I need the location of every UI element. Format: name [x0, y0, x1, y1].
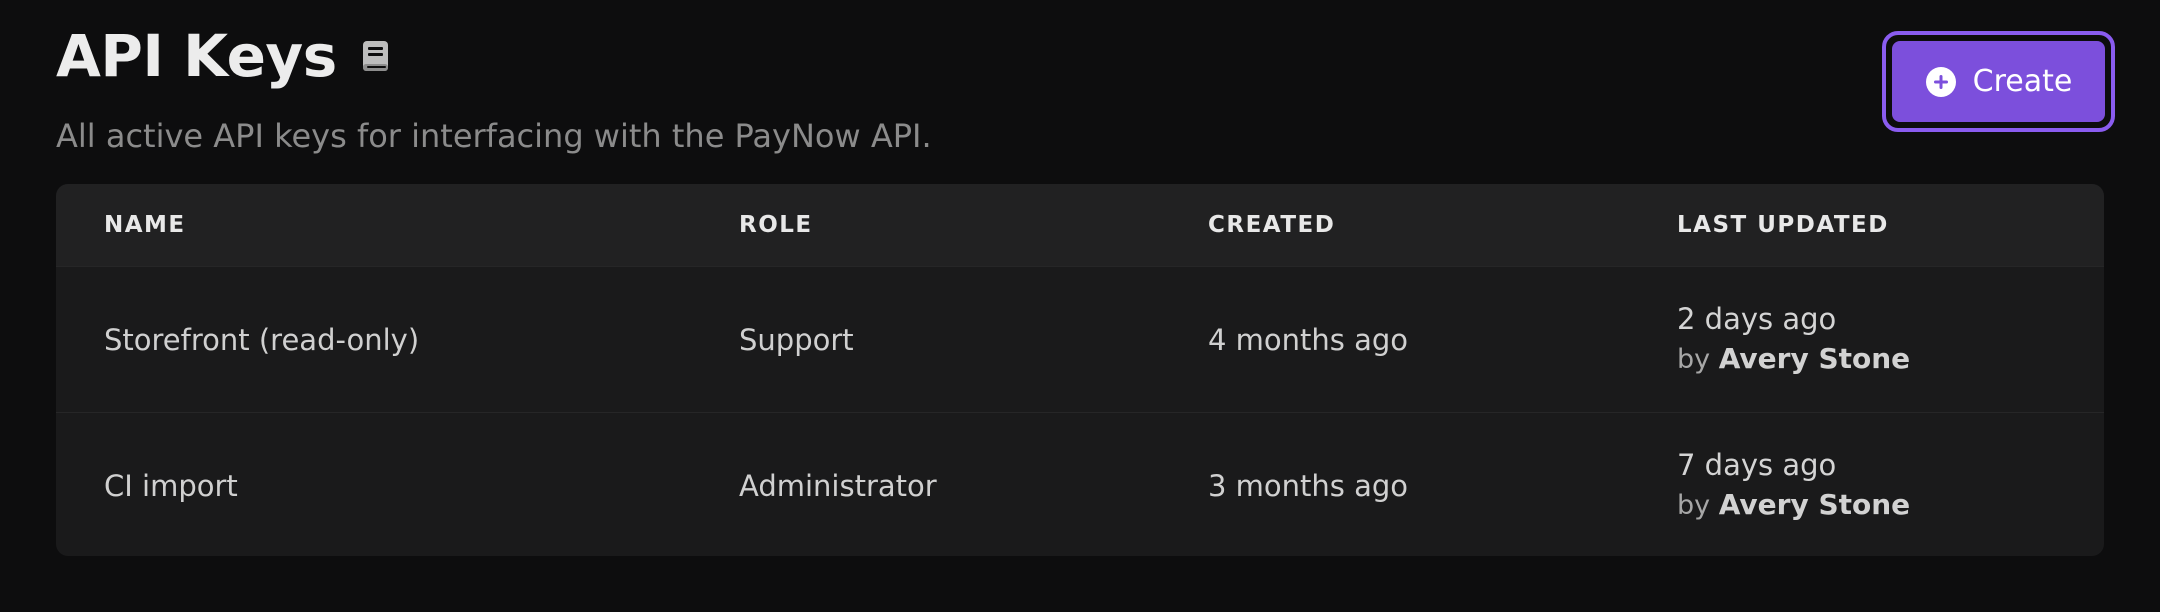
key-created: 3 months ago	[1208, 468, 1409, 503]
create-button-label: Create	[1972, 64, 2073, 99]
title-row: API Keys	[56, 22, 932, 90]
api-keys-table: NAME ROLE CREATED LAST UPDATED Storefron…	[56, 184, 2104, 556]
create-button-focus-ring: Create	[1882, 31, 2115, 132]
column-header-last-updated: LAST UPDATED	[1677, 212, 1889, 238]
key-role: Administrator	[739, 468, 937, 503]
updated-date: 7 days ago	[1677, 448, 1837, 482]
book-icon[interactable]	[359, 39, 393, 73]
updated-by-name: Avery Stone	[1718, 488, 1911, 521]
page-title: API Keys	[56, 22, 337, 90]
column-header-role: ROLE	[739, 212, 813, 238]
page-header: API Keys All active API keys for interfa…	[56, 22, 932, 156]
table-header: NAME ROLE CREATED LAST UPDATED	[56, 184, 2104, 266]
api-keys-page: API Keys All active API keys for interfa…	[0, 0, 2160, 612]
column-header-created: CREATED	[1208, 212, 1336, 238]
plus-circle-icon	[1925, 66, 1957, 98]
updated-by-name: Avery Stone	[1718, 342, 1911, 375]
column-header-name: NAME	[104, 212, 186, 238]
create-button[interactable]: Create	[1892, 41, 2105, 122]
updated-by-prefix: by	[1677, 490, 1711, 521]
updated-by-prefix: by	[1677, 344, 1711, 375]
key-name: CI import	[104, 468, 238, 503]
key-name: Storefront (read-only)	[104, 322, 420, 357]
key-role: Support	[739, 322, 854, 357]
key-last-updated: 7 days ago by Avery Stone	[1677, 413, 1910, 556]
page-subtitle: All active API keys for interfacing with…	[56, 117, 932, 155]
book-icon-glyph	[362, 41, 388, 71]
key-last-updated: 2 days ago by Avery Stone	[1677, 267, 1910, 412]
table-row[interactable]: Storefront (read-only) Support 4 months …	[56, 266, 2104, 412]
updated-date: 2 days ago	[1677, 302, 1837, 336]
updated-by: by Avery Stone	[1677, 339, 1910, 380]
updated-by: by Avery Stone	[1677, 485, 1910, 526]
key-created: 4 months ago	[1208, 322, 1409, 357]
table-row[interactable]: CI import Administrator 3 months ago 7 d…	[56, 412, 2104, 556]
